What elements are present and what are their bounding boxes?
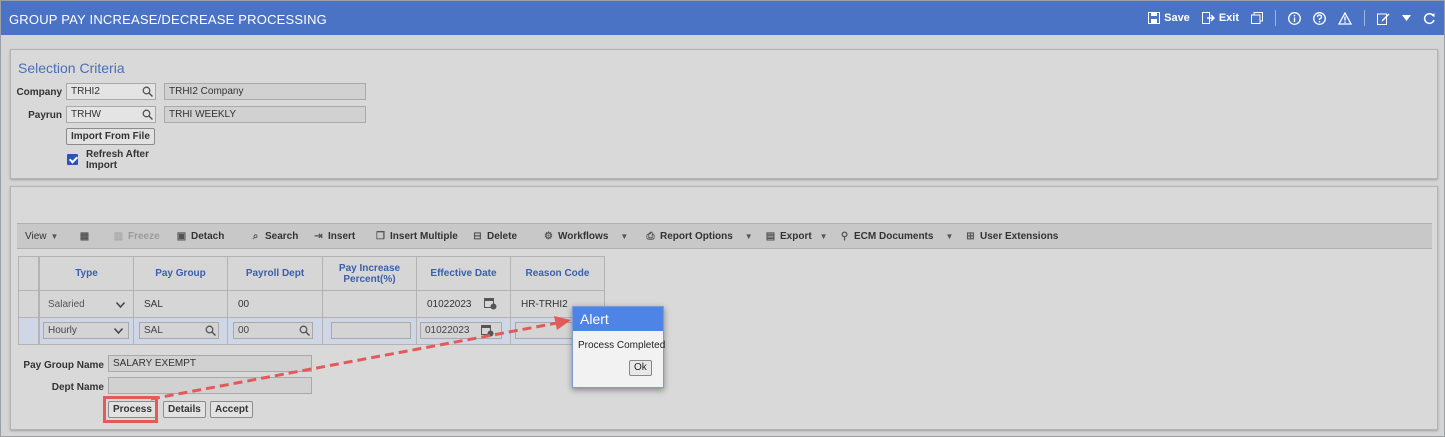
alert-dialog: Alert Process Completed Ok [572, 306, 666, 388]
alert-title: Alert [573, 307, 663, 331]
app-window: GROUP PAY INCREASE/DECREASE PROCESSING S… [0, 0, 1445, 437]
alert-message: Process Completed [578, 340, 666, 351]
ok-button[interactable]: Ok [629, 360, 652, 376]
annotation-arrow [150, 316, 571, 401]
